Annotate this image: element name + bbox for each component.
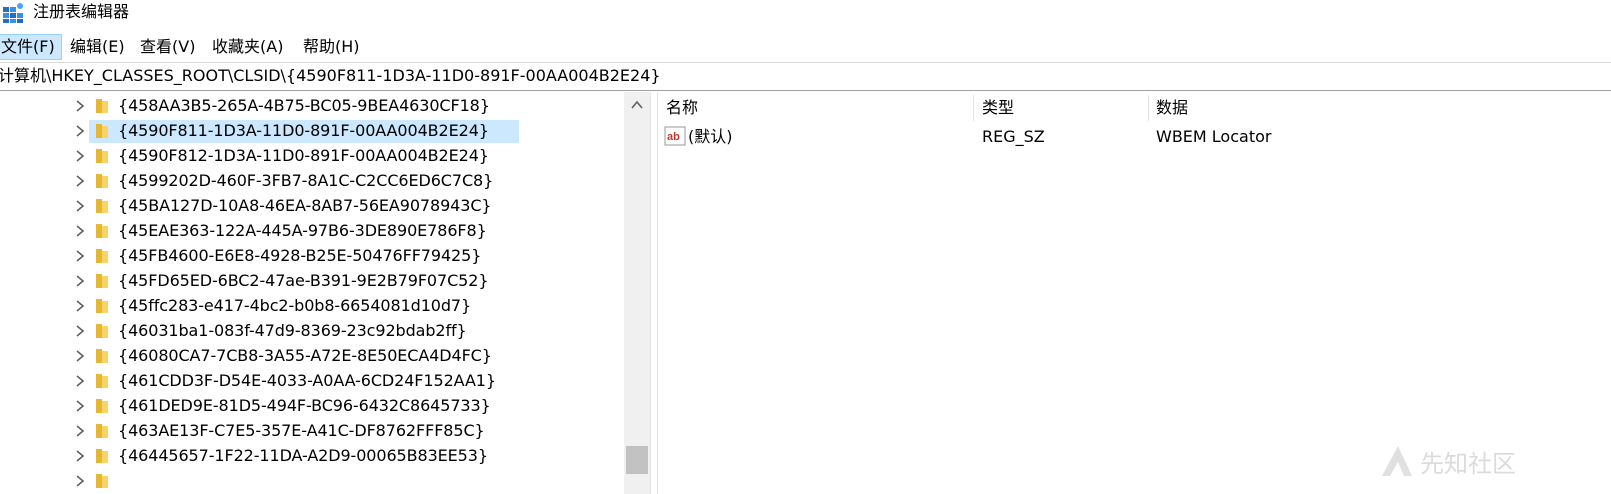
- folder-icon: [96, 424, 108, 438]
- menu-file[interactable]: 文件(F): [0, 34, 62, 60]
- column-header-type[interactable]: 类型: [974, 95, 1150, 121]
- chevron-right-icon[interactable]: [74, 399, 86, 413]
- menu-help[interactable]: 帮助(H): [299, 34, 364, 60]
- address-path[interactable]: 计算机\HKEY_CLASSES_ROOT\CLSID\{4590F811-1D…: [0, 66, 661, 86]
- pane-splitter[interactable]: [650, 92, 658, 494]
- tree-item-label[interactable]: {45BA127D-10A8-46EA-8AB7-56EA9078943C}: [118, 196, 492, 216]
- menu-edit[interactable]: 编辑(E): [66, 34, 129, 60]
- tree-item[interactable]: {458AA3B5-265A-4B75-BC05-9BEA4630CF18}: [0, 94, 640, 119]
- chevron-right-icon[interactable]: [74, 249, 86, 263]
- scroll-up-arrow-icon[interactable]: [624, 92, 650, 118]
- chevron-right-icon[interactable]: [74, 149, 86, 163]
- folder-icon: [96, 99, 108, 113]
- tree-item-label[interactable]: {458AA3B5-265A-4B75-BC05-9BEA4630CF18}: [118, 96, 490, 116]
- tree-item-label[interactable]: {45ffc283-e417-4bc2-b0b8-6654081d10d7}: [118, 296, 471, 316]
- chevron-right-icon[interactable]: [74, 274, 86, 288]
- folder-icon: [96, 474, 108, 488]
- folder-icon: [96, 299, 108, 313]
- tree-item-label[interactable]: {45EAE363-122A-445A-97B6-3DE890E786F8}: [118, 221, 487, 241]
- key-tree[interactable]: {458AA3B5-265A-4B75-BC05-9BEA4630CF18} {…: [0, 92, 650, 494]
- watermark-logo-icon: [1382, 446, 1412, 476]
- tree-item-label[interactable]: {461DED9E-81D5-494F-BC96-6432C8645733}: [118, 396, 491, 416]
- chevron-right-icon[interactable]: [74, 374, 86, 388]
- value-data: WBEM Locator: [1156, 127, 1272, 146]
- tree-item-label[interactable]: {461CDD3F-D54E-4033-A0AA-6CD24F152AA1}: [118, 371, 496, 391]
- folder-icon: [96, 274, 108, 288]
- tree-scrollbar[interactable]: [624, 92, 650, 494]
- address-bar[interactable]: 计算机\HKEY_CLASSES_ROOT\CLSID\{4590F811-1D…: [0, 62, 1611, 91]
- folder-icon: [96, 174, 108, 188]
- chevron-right-icon[interactable]: [74, 449, 86, 463]
- folder-icon: [96, 399, 108, 413]
- tree-item[interactable]: {4599202D-460F-3FB7-8A1C-C2CC6ED6C7C8}: [0, 169, 640, 194]
- chevron-right-icon[interactable]: [74, 224, 86, 238]
- tree-item-label[interactable]: {46080CA7-7CB8-3A55-A72E-8E50ECA4D4FC}: [118, 346, 492, 366]
- scroll-thumb[interactable]: [626, 446, 648, 474]
- folder-icon: [96, 324, 108, 338]
- chevron-right-icon[interactable]: [74, 99, 86, 113]
- tree-item[interactable]: {4590F812-1D3A-11D0-891F-00AA004B2E24}: [0, 144, 640, 169]
- tree-item[interactable]: {463AE13F-C7E5-357E-A41C-DF8762FFF85C}: [0, 419, 640, 444]
- tree-item[interactable]: {45ffc283-e417-4bc2-b0b8-6654081d10d7}: [0, 294, 640, 319]
- menu-view[interactable]: 查看(V): [136, 34, 199, 60]
- string-value-icon: ab: [664, 126, 686, 146]
- tree-item-label[interactable]: {463AE13F-C7E5-357E-A41C-DF8762FFF85C}: [118, 421, 485, 441]
- title-bar: 注册表编辑器: [0, 0, 1611, 30]
- tree-item-label[interactable]: {45FD65ED-6BC2-47ae-B391-9E2B79F07C52}: [118, 271, 489, 291]
- tree-item[interactable]: {46080CA7-7CB8-3A55-A72E-8E50ECA4D4FC}: [0, 344, 640, 369]
- folder-icon: [96, 249, 108, 263]
- chevron-right-icon[interactable]: [74, 349, 86, 363]
- tree-item-partial[interactable]: [0, 469, 640, 494]
- watermark-text: 先知社区: [1420, 450, 1516, 478]
- tree-item-label[interactable]: {46445657-1F22-11DA-A2D9-00065B83EE53}: [118, 446, 488, 466]
- value-row[interactable]: ab (默认) REG_SZ WBEM Locator: [658, 124, 1611, 150]
- tree-item[interactable]: {45EAE363-122A-445A-97B6-3DE890E786F8}: [0, 219, 640, 244]
- chevron-right-icon[interactable]: [74, 124, 86, 138]
- column-header-data[interactable]: 数据: [1148, 95, 1448, 121]
- chevron-right-icon[interactable]: [74, 424, 86, 438]
- window-title: 注册表编辑器: [33, 2, 130, 21]
- tree-item[interactable]: {46031ba1-083f-47d9-8369-23c92bdab2ff}: [0, 319, 640, 344]
- folder-icon: [96, 149, 108, 163]
- regedit-icon: [3, 3, 23, 23]
- chevron-right-icon[interactable]: [74, 174, 86, 188]
- tree-item-label[interactable]: {46031ba1-083f-47d9-8369-23c92bdab2ff}: [118, 321, 467, 341]
- tree-item-label[interactable]: {4590F812-1D3A-11D0-891F-00AA004B2E24}: [118, 146, 489, 166]
- folder-icon: [96, 349, 108, 363]
- tree-item[interactable]: {461DED9E-81D5-494F-BC96-6432C8645733}: [0, 394, 640, 419]
- tree-item-label[interactable]: {4590F811-1D3A-11D0-891F-00AA004B2E24}: [118, 121, 489, 141]
- tree-item[interactable]: {45FD65ED-6BC2-47ae-B391-9E2B79F07C52}: [0, 269, 640, 294]
- folder-icon: [96, 124, 108, 138]
- chevron-right-icon[interactable]: [74, 199, 86, 213]
- tree-item-label[interactable]: {45FB4600-E6E8-4928-B25E-50476FF79425}: [118, 246, 481, 266]
- tree-item[interactable]: {46445657-1F22-11DA-A2D9-00065B83EE53}: [0, 444, 640, 469]
- menu-favorites[interactable]: 收藏夹(A): [208, 34, 287, 60]
- value-name[interactable]: (默认): [688, 125, 733, 149]
- svg-text:ab: ab: [667, 131, 680, 143]
- tree-item-label[interactable]: {4599202D-460F-3FB7-8A1C-C2CC6ED6C7C8}: [118, 171, 493, 191]
- tree-item[interactable]: {45FB4600-E6E8-4928-B25E-50476FF79425}: [0, 244, 640, 269]
- watermark: 先知社区: [1378, 440, 1558, 484]
- column-header-name[interactable]: 名称: [658, 95, 974, 121]
- value-type: REG_SZ: [982, 127, 1045, 146]
- tree-item-selected[interactable]: {4590F811-1D3A-11D0-891F-00AA004B2E24}: [0, 119, 640, 144]
- folder-icon: [96, 199, 108, 213]
- chevron-right-icon[interactable]: [74, 299, 86, 313]
- folder-icon: [96, 224, 108, 238]
- folder-icon: [96, 374, 108, 388]
- folder-icon: [96, 449, 108, 463]
- tree-item[interactable]: {45BA127D-10A8-46EA-8AB7-56EA9078943C}: [0, 194, 640, 219]
- chevron-right-icon[interactable]: [74, 474, 86, 488]
- values-list[interactable]: 名称 类型 数据 ab (默认) REG_SZ WBEM Locator: [658, 92, 1611, 494]
- chevron-right-icon[interactable]: [74, 324, 86, 338]
- menu-bar: 文件(F) 编辑(E) 查看(V) 收藏夹(A) 帮助(H): [0, 34, 1611, 60]
- tree-item[interactable]: {461CDD3F-D54E-4033-A0AA-6CD24F152AA1}: [0, 369, 640, 394]
